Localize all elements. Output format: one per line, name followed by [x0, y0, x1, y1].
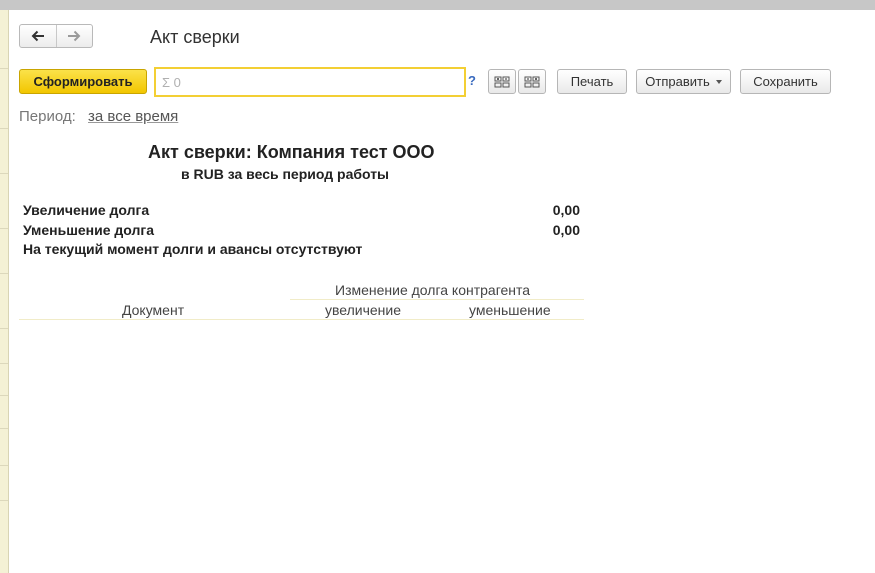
- header-divider: [290, 299, 584, 300]
- table-header-increase: увеличение: [325, 302, 402, 318]
- page-title: Акт сверки: [150, 27, 240, 47]
- report-title: Акт сверки: Компания тест ООО: [148, 142, 435, 162]
- table-header-decrease: уменьшение: [469, 302, 551, 318]
- left-side-panel: [0, 10, 9, 573]
- arrow-left-icon: [31, 30, 44, 42]
- table-group-header: Изменение долга контрагента: [335, 282, 531, 298]
- debt-decrease-label: Уменьшение долга: [23, 222, 155, 238]
- search-input[interactable]: [154, 67, 466, 97]
- debt-decrease-value: 0,00: [552, 222, 580, 238]
- arrow-right-icon: [68, 30, 81, 42]
- window-top-bar: [0, 0, 875, 10]
- forward-button[interactable]: [55, 25, 93, 47]
- debt-increase-value: 0,00: [552, 202, 580, 218]
- expand-groups-icon: [494, 76, 510, 87]
- send-button[interactable]: Отправить: [636, 69, 731, 94]
- table-bottom-divider: [19, 319, 584, 320]
- table-header-document: Документ: [122, 302, 185, 318]
- generate-button[interactable]: Сформировать: [19, 69, 147, 94]
- back-button[interactable]: [20, 25, 56, 47]
- status-note: На текущий момент долги и авансы отсутст…: [23, 241, 363, 257]
- period-label: Период:: [19, 108, 76, 125]
- collapse-groups-icon: [524, 76, 540, 87]
- collapse-groups-button[interactable]: [518, 69, 546, 94]
- expand-groups-button[interactable]: [488, 69, 516, 94]
- debt-increase-label: Увеличение долга: [23, 202, 150, 218]
- period-link[interactable]: за все время: [88, 108, 178, 125]
- save-button[interactable]: Сохранить: [740, 69, 831, 94]
- help-button[interactable]: ?: [468, 73, 476, 88]
- navigation-buttons: [19, 24, 93, 48]
- print-button[interactable]: Печать: [557, 69, 627, 94]
- report-subtitle: в RUB за весь период работы: [181, 166, 390, 182]
- send-button-label: Отправить: [645, 74, 710, 89]
- chevron-down-icon: [715, 79, 722, 84]
